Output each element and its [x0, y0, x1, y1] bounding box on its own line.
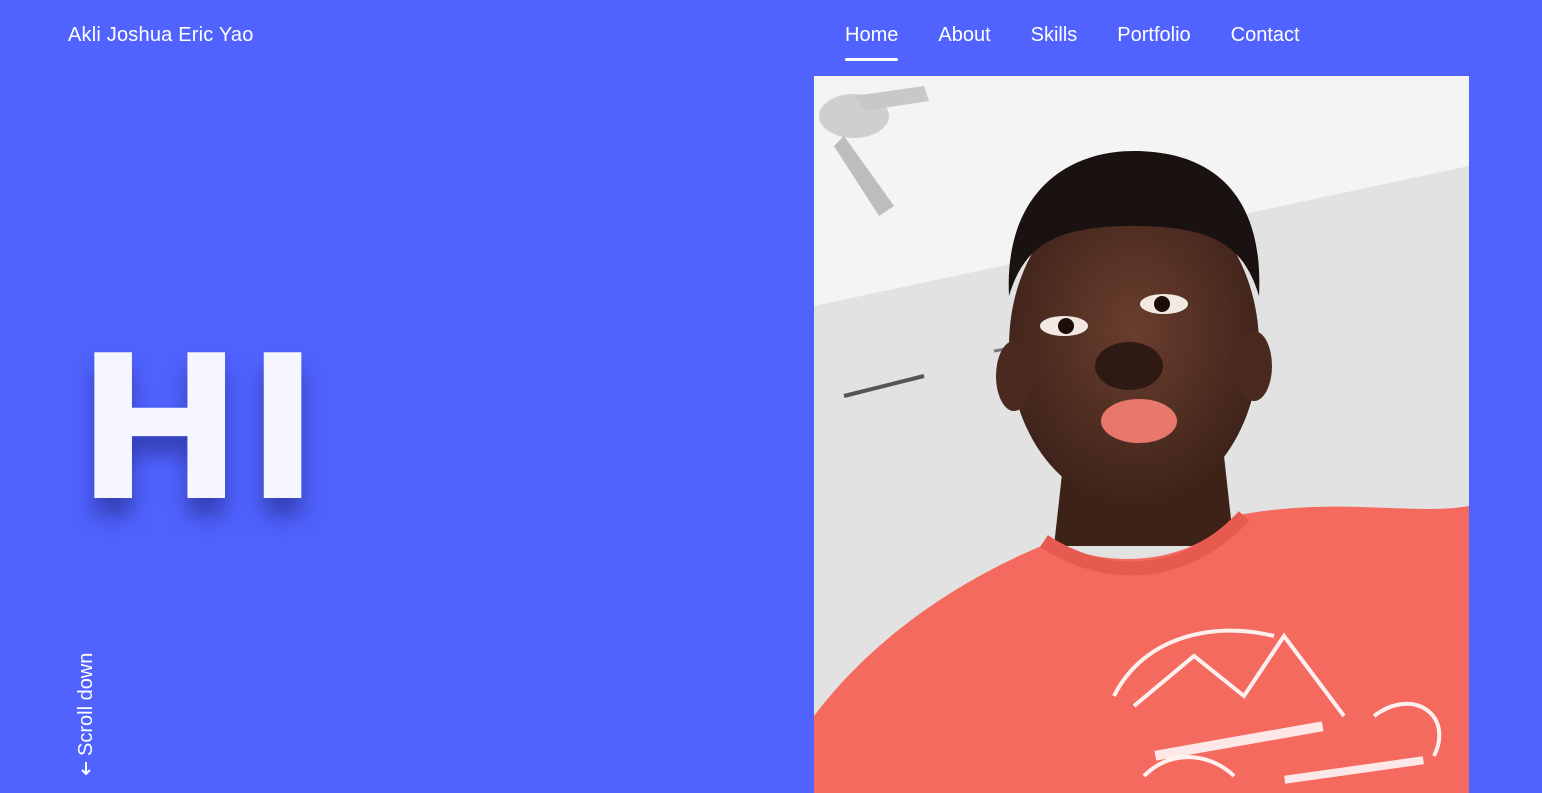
- profile-photo-illustration: [814, 76, 1469, 793]
- brand-name[interactable]: Akli Joshua Eric Yao: [68, 24, 254, 47]
- nav-item-contact[interactable]: Contact: [1231, 24, 1300, 61]
- nav-item-portfolio[interactable]: Portfolio: [1117, 24, 1190, 61]
- nav-item-home[interactable]: Home: [845, 24, 899, 61]
- profile-photo: [814, 76, 1469, 793]
- scroll-down-label: Scroll down: [74, 652, 97, 756]
- page: Akli Joshua Eric Yao Home About Skills P…: [0, 0, 1542, 793]
- arrow-down-icon: [81, 762, 91, 776]
- nav-item-about[interactable]: About: [938, 24, 990, 61]
- nav-item-skills[interactable]: Skills: [1031, 24, 1078, 61]
- hero-greeting: HI: [76, 313, 322, 546]
- main-nav: Home About Skills Portfolio Contact: [845, 24, 1300, 61]
- scroll-down-link[interactable]: Scroll down: [72, 642, 100, 776]
